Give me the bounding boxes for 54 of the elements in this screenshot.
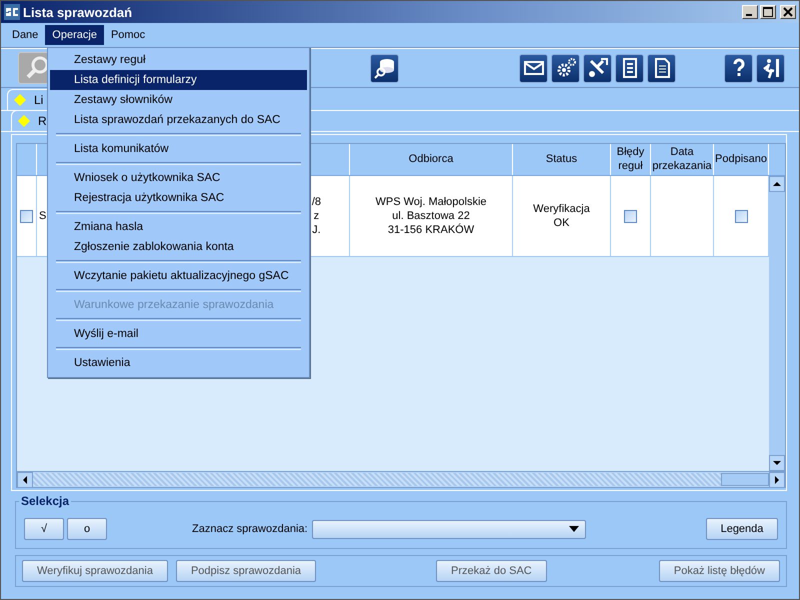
minimize-button[interactable] [742,5,758,19]
menu-item[interactable]: Wczytanie pakietu aktualizacyjnego gSAC [50,266,307,286]
horizontal-scrollbar[interactable] [17,471,785,487]
column-header: Odbiorca [350,144,513,175]
menu-item[interactable]: Wyślij e-mail [50,324,307,344]
minimize-icon [746,14,752,16]
mail-button[interactable] [519,54,548,82]
menu-item[interactable]: Zestawy reguł [50,50,307,70]
group-title: Selekcja [19,494,72,508]
table-cell: /8 z J. [312,194,321,238]
window-title: Lista sprawozdań [23,4,134,20]
cell-checkbox[interactable] [734,210,748,222]
app-logo-icon [4,4,20,20]
check-all-button[interactable]: √ [24,518,64,540]
scroll-thumb[interactable] [721,473,769,486]
row-checkbox[interactable] [20,210,33,222]
menu-item[interactable]: Zgłoszenie zablokowania konta [50,237,307,257]
table-cell: Weryfikacja OK [533,202,590,230]
column-header: Podpisano [714,144,769,175]
menu-item[interactable]: Ustawienia [50,353,307,373]
close-button[interactable] [780,5,796,19]
table-cell: S [39,210,46,222]
maximize-button[interactable] [760,5,776,19]
uncheck-all-button[interactable]: o [67,518,107,540]
menu-item[interactable]: Rejestracja użytkownika SAC [50,188,307,208]
menu-bar-item[interactable]: Dane [5,25,46,45]
diamond-icon [18,115,30,127]
table-cell: WPS Woj. Małopolskie ul. Basztowa 22 31-156 KRAKÓW [375,194,487,238]
dropdown-caret-icon [568,526,579,532]
legend-button[interactable]: Legenda [706,518,778,540]
cell-checkbox[interactable] [624,210,637,222]
column-header: Status [513,144,611,175]
vertical-scrollbar[interactable] [769,176,785,471]
column-header: Data przekazania [651,144,714,175]
menu-item[interactable]: Wniosek o użytkownika SAC [50,168,307,188]
filter-label: Zaznacz sprawozdania: [192,523,308,535]
menu-bar-item[interactable]: Pomoc [104,25,152,45]
menu-item[interactable]: Zmiana hasla [50,217,307,237]
column-header: Błędy reguł [611,144,651,175]
document-button[interactable] [647,54,676,82]
exit-button[interactable] [756,54,785,82]
settings-button[interactable] [551,54,580,82]
maximize-icon [763,7,773,17]
menu-item[interactable]: Lista definicji formularzy [50,70,307,90]
menu-bar-item[interactable]: Operacje [45,25,104,45]
database-search-button[interactable] [370,54,399,82]
diamond-icon [14,94,26,106]
menu-item[interactable]: Lista komunikatów [50,139,307,159]
help-button[interactable] [724,54,753,82]
close-icon [783,7,793,17]
report-filter-dropdown[interactable] [312,520,586,538]
database-search-icon [372,56,396,80]
list-button[interactable] [615,54,644,82]
tools-button[interactable] [583,54,612,82]
